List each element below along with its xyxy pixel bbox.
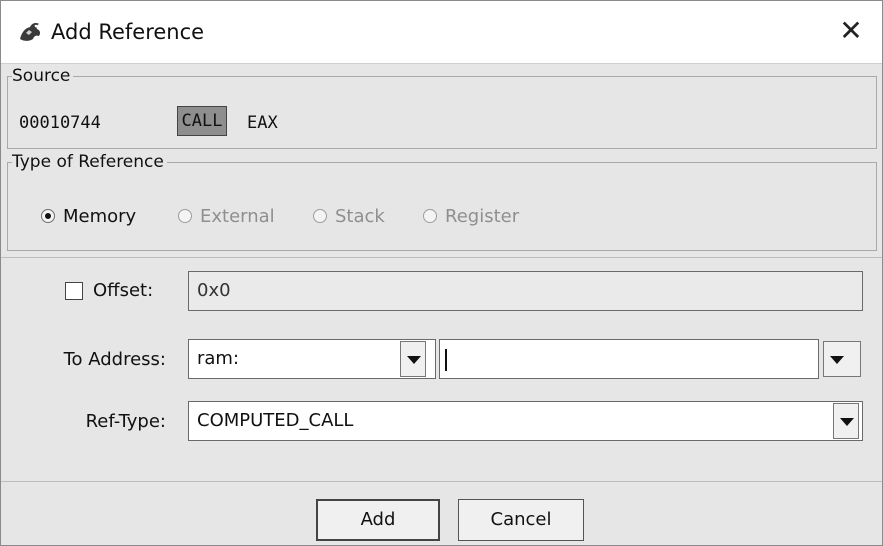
title-bar: Add Reference ✕: [1, 1, 882, 64]
ghidra-dragon-icon: [17, 19, 43, 45]
radio-memory-button[interactable]: [41, 209, 55, 223]
add-reference-dialog: Add Reference ✕ Source 00010744 CALL EAX…: [0, 0, 883, 546]
form-divider: [1, 257, 882, 258]
offset-checkbox[interactable]: [65, 282, 83, 300]
add-button[interactable]: Add: [316, 499, 440, 541]
source-operand[interactable]: EAX: [247, 113, 278, 133]
button-bar-divider: [1, 481, 882, 482]
offset-field[interactable]: 0x0: [188, 271, 863, 311]
radio-stack-button[interactable]: [313, 209, 327, 223]
offset-label: Offset:: [93, 280, 154, 301]
radio-register-button[interactable]: [423, 209, 437, 223]
source-legend: Source: [12, 66, 71, 86]
ref-type-combo[interactable]: COMPUTED_CALL: [188, 401, 863, 441]
radio-stack[interactable]: Stack: [313, 201, 385, 231]
to-address-label: To Address:: [63, 349, 166, 370]
radio-external-label: External: [200, 205, 275, 227]
cancel-button[interactable]: Cancel: [458, 499, 584, 541]
ref-type-label: Ref-Type:: [85, 411, 166, 432]
address-space-dropdown-icon[interactable]: [400, 341, 426, 377]
source-mnemonic[interactable]: CALL: [177, 106, 227, 136]
reference-type-legend: Type of Reference: [12, 152, 164, 172]
source-group: Source: [7, 67, 877, 149]
address-space-combo[interactable]: ram:: [188, 339, 436, 379]
radio-external-button[interactable]: [178, 209, 192, 223]
radio-register-label: Register: [445, 205, 520, 227]
radio-memory[interactable]: Memory: [41, 201, 136, 231]
text-caret: [445, 349, 447, 371]
to-address-input[interactable]: [439, 339, 819, 379]
dialog-title: Add Reference: [51, 20, 205, 44]
radio-external[interactable]: External: [178, 201, 275, 231]
ref-type-dropdown-icon[interactable]: [833, 403, 859, 439]
source-address: 00010744: [19, 113, 101, 133]
radio-memory-label: Memory: [63, 205, 137, 227]
close-button[interactable]: ✕: [834, 14, 868, 48]
address-history-dropdown-icon[interactable]: [823, 341, 861, 377]
radio-stack-label: Stack: [335, 205, 385, 227]
radio-register[interactable]: Register: [423, 201, 519, 231]
